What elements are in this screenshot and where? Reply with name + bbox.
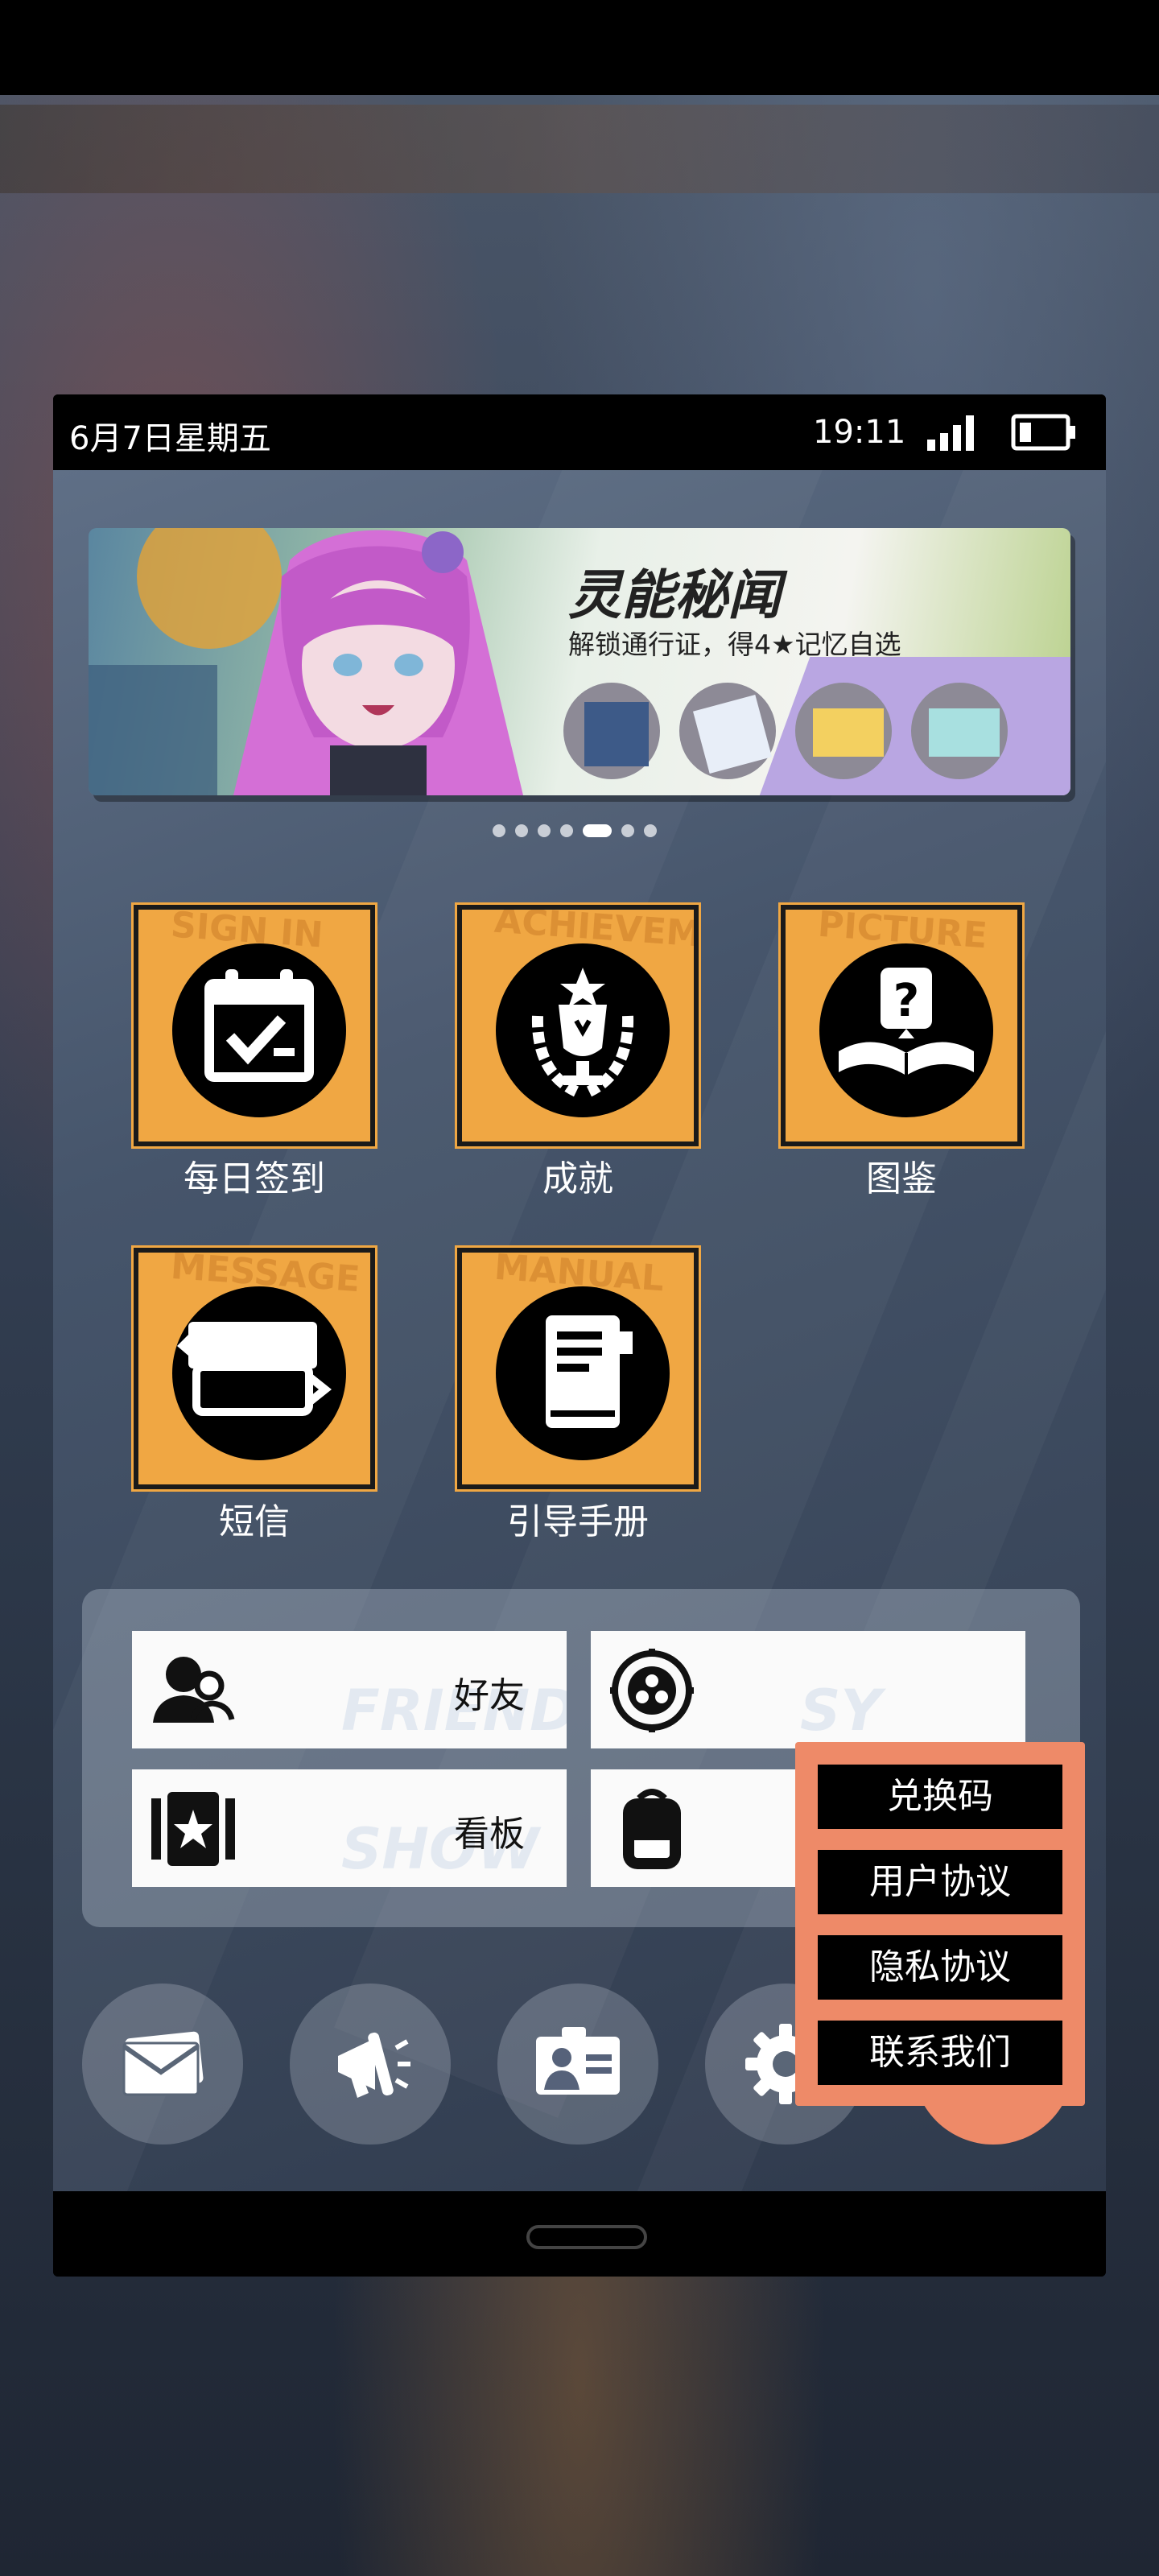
home-indicator[interactable] [526, 2225, 647, 2249]
app-collection[interactable]: PICTURE ? [781, 905, 1022, 1146]
card-watermark: SY [800, 1678, 882, 1744]
contact-us-item[interactable]: 联系我们 [818, 2021, 1062, 2085]
app-messages[interactable]: MESSAGE [134, 1248, 375, 1489]
profile-card-icon [536, 2027, 620, 2095]
app-label: 引导手册 [507, 1501, 649, 1542]
emblem-button[interactable]: SY [591, 1631, 1025, 1748]
carousel-dot[interactable] [515, 824, 528, 837]
home-screen: 灵能秘闻 解锁通行证，得4★记忆自选 SIGN IN 每日签到 ACHIEVEM… [53, 470, 1106, 2191]
profile-button[interactable] [497, 1984, 658, 2145]
manual-book-icon [546, 1315, 633, 1428]
chat-bubbles-icon [177, 1322, 332, 1416]
event-banner[interactable]: 灵能秘闻 解锁通行证，得4★记忆自选 [89, 528, 1070, 795]
mail-button[interactable] [82, 1984, 243, 2145]
star-card-icon [151, 1792, 235, 1866]
announcement-button[interactable] [290, 1984, 451, 2145]
app-daily-signin[interactable]: SIGN IN [134, 905, 375, 1146]
battery-icon [1011, 414, 1075, 451]
friends-label: 好友 [454, 1675, 525, 1716]
blurred-background-band [0, 105, 1159, 193]
status-bar: 6月7日星期五 19:11 [53, 394, 1106, 470]
backpack-icon [623, 1789, 681, 1869]
showcase-label: 看板 [454, 1814, 525, 1855]
book-question-icon: ? [839, 968, 974, 1075]
carousel-dot[interactable] [621, 824, 634, 837]
carousel-dot[interactable] [493, 824, 505, 837]
status-date: 6月7日星期五 [69, 420, 271, 457]
status-time: 19:11 [813, 414, 906, 451]
redeem-code-item[interactable]: 兑换码 [818, 1765, 1062, 1829]
user-agreement-item[interactable]: 用户协议 [818, 1850, 1062, 1914]
signal-icon [927, 415, 974, 451]
privacy-policy-item[interactable]: 隐私协议 [818, 1935, 1062, 2000]
more-popup-menu: 兑换码 用户协议 隐私协议 联系我们 [795, 1742, 1085, 2135]
phone-frame: 6月7日星期五 19:11 灵能秘闻 解锁通行证，得4★记忆自选 SIGN IN… [53, 394, 1106, 2277]
app-label: 每日签到 [184, 1158, 325, 1199]
character-illustration [89, 528, 523, 795]
app-label: 成就 [542, 1158, 613, 1199]
app-achievements[interactable]: ACHIEVEMENT [457, 905, 699, 1146]
friends-button[interactable]: FRIENDS 好友 [132, 1631, 567, 1748]
carousel-dot[interactable] [538, 824, 551, 837]
popup-pointer [971, 2106, 1006, 2135]
carousel-dot-active[interactable] [583, 824, 612, 837]
trophy-icon [531, 968, 634, 1097]
emblem-icon [610, 1649, 694, 1732]
calendar-check-icon [204, 969, 314, 1082]
svg-text:?: ? [893, 975, 919, 1027]
friends-icon [153, 1657, 235, 1723]
megaphone-icon [338, 2032, 410, 2098]
app-label: 图鉴 [866, 1158, 937, 1199]
app-guide-manual[interactable]: MANUAL [457, 1248, 699, 1489]
banner-subtitle: 解锁通行证，得4★记忆自选 [568, 629, 901, 660]
app-label: 短信 [219, 1501, 290, 1542]
reward-items [584, 695, 1000, 774]
carousel-dot[interactable] [644, 824, 657, 837]
mail-icon [122, 2031, 204, 2096]
carousel-dot[interactable] [560, 824, 573, 837]
banner-title: 灵能秘闻 [568, 564, 781, 626]
showcase-button[interactable]: SHOW 看板 [132, 1769, 567, 1887]
top-black-bar [0, 0, 1159, 95]
